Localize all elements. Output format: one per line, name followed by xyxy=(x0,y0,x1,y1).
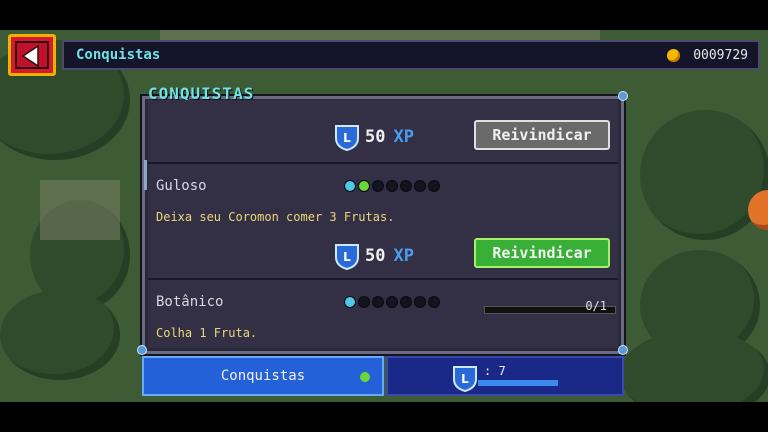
progress-dots xyxy=(344,180,440,192)
page-title: Conquistas xyxy=(76,47,161,63)
progress-dot xyxy=(428,180,440,192)
xp-shield-icon: L xyxy=(335,244,359,270)
tab-conquistas[interactable]: Conquistas xyxy=(142,356,384,396)
back-arrow-icon xyxy=(21,44,39,68)
coin-count: 0009729 xyxy=(693,48,748,63)
panel-corner xyxy=(618,345,628,355)
achievement-description: Deixa seu Coromon comer 3 Frutas. xyxy=(156,210,395,224)
xp-unit: XP xyxy=(393,127,414,147)
progress-dots xyxy=(344,296,440,308)
achievement-item: L 50 XP Reivindicar xyxy=(148,100,618,162)
progress-dot xyxy=(386,296,398,308)
claim-button-disabled[interactable]: Reivindicar xyxy=(474,120,610,150)
svg-text:L: L xyxy=(343,131,351,145)
xp-unit: XP xyxy=(393,246,414,266)
xp-shield-icon: L xyxy=(335,125,359,151)
new-indicator-dot xyxy=(360,372,370,382)
tab-xp[interactable]: L : 7 xyxy=(386,356,624,396)
progress-dot xyxy=(414,180,426,192)
progress-text: 0/1 xyxy=(585,299,607,313)
coin-icon xyxy=(667,49,680,62)
tab-label: Conquistas xyxy=(220,368,306,384)
progress-dot xyxy=(372,180,384,192)
achievement-name: Guloso xyxy=(156,178,207,194)
xp-value: 50 xyxy=(365,127,386,147)
progress-dot xyxy=(344,180,356,192)
progress-dot xyxy=(344,296,356,308)
progress-dot xyxy=(358,296,370,308)
svg-text:L: L xyxy=(461,372,469,386)
progress-dot xyxy=(372,296,384,308)
title-bar: Conquistas 0009729 xyxy=(62,40,760,70)
xp-value: 50 xyxy=(365,246,386,266)
progress-dot xyxy=(428,296,440,308)
xp-reward: L 50 XP xyxy=(334,242,414,270)
progress-dot xyxy=(414,296,426,308)
progress-dot xyxy=(400,296,412,308)
achievement-name: Botânico xyxy=(156,294,224,310)
panel-corner xyxy=(618,91,628,101)
back-button[interactable] xyxy=(8,34,56,76)
progress-dot xyxy=(358,180,370,192)
claim-button[interactable]: Reivindicar xyxy=(474,238,610,268)
svg-text:L: L xyxy=(343,250,351,264)
scrollbar[interactable] xyxy=(144,160,147,190)
achievement-item: Botânico 0/1 Colha 1 Fruta. xyxy=(148,278,618,348)
xp-shield-icon: L xyxy=(453,366,477,392)
achievement-item: Guloso Deixa seu Coromon comer 3 Frutas.… xyxy=(148,162,618,278)
progress-dot xyxy=(400,180,412,192)
xp-count: : 7 xyxy=(484,364,506,378)
achievement-description: Colha 1 Fruta. xyxy=(156,326,258,340)
xp-bar xyxy=(478,380,558,386)
progress-bar: 0/1 xyxy=(484,299,616,314)
panel-corner xyxy=(137,345,147,355)
xp-reward: L 50 XP xyxy=(334,123,414,151)
top-bar: Conquistas 0009729 xyxy=(8,34,760,76)
progress-dot xyxy=(386,180,398,192)
